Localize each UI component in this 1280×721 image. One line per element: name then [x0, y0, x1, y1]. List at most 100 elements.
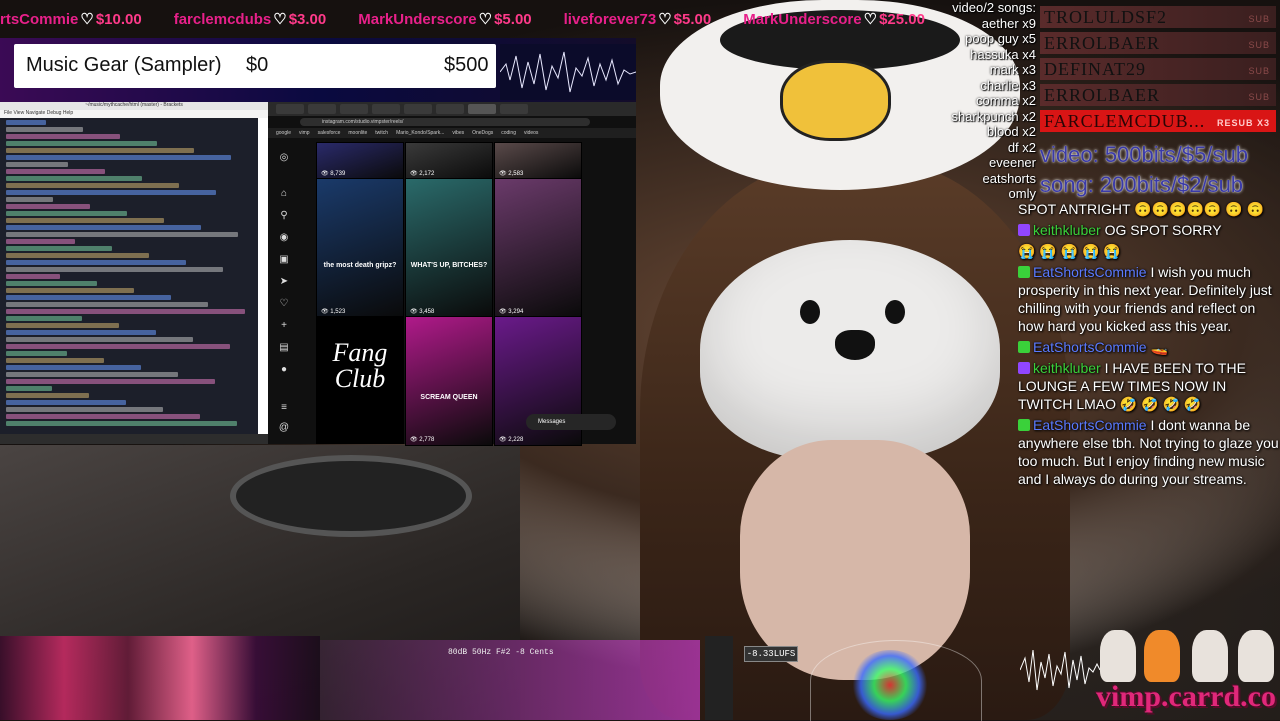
code-line: [6, 400, 126, 405]
reel-caption: WHAT'S UP, BITCHES?: [410, 261, 488, 269]
browser-tab-active[interactable]: [468, 104, 496, 114]
search-icon[interactable]: ⚲: [278, 210, 290, 222]
bookmark-item[interactable]: videos: [524, 128, 538, 138]
song-request-entry: eveener: [989, 155, 1036, 170]
song-request-entry: omly: [1008, 186, 1036, 201]
chat-username[interactable]: EatShortsCommie: [1033, 264, 1147, 280]
reel-tile[interactable]: WHAT'S UP, BITCHES? 👁 3,458: [405, 178, 493, 318]
chat-badge-icon: [1018, 419, 1030, 431]
sub-tag: RESUB X3: [1216, 118, 1270, 128]
code-line: [6, 344, 230, 349]
explore-icon[interactable]: ◉: [278, 232, 290, 244]
hat-eye-left: [800, 300, 820, 324]
cat-figure: [1192, 630, 1228, 682]
code-line: [6, 281, 97, 286]
lufs-readout: -8.33LUFS: [744, 646, 798, 662]
ticker-amount: $10.00: [95, 11, 142, 28]
heart-icon[interactable]: ♡: [278, 298, 290, 310]
song-requests-title: video/2 songs:: [952, 0, 1036, 15]
code-line: [6, 141, 157, 146]
bookmark-item[interactable]: vimp: [299, 128, 310, 138]
reel-view-count: 👁 2,172: [410, 171, 435, 177]
reel-tile[interactable]: 👁 8,739: [316, 142, 404, 180]
heart-icon: ♡: [863, 11, 878, 28]
instagram-icon[interactable]: ◎: [278, 152, 290, 164]
spectrogram: [0, 636, 320, 720]
reel-tile[interactable]: 👁 2,583: [494, 142, 582, 180]
reel-tile[interactable]: SCREAM QUEEN 👁 2,778: [405, 316, 493, 446]
reels-icon[interactable]: ▣: [278, 254, 290, 266]
browser-tab[interactable]: [372, 104, 400, 114]
chat-username[interactable]: keithkluber: [1033, 360, 1101, 376]
messages-icon[interactable]: ➤: [278, 276, 290, 288]
browser-tab[interactable]: [308, 104, 336, 114]
sub-name: ERROLBAER: [1044, 85, 1161, 105]
reel-tile[interactable]: the most death gripz? 👁 1,523: [316, 178, 404, 318]
editor-status-bar: [0, 434, 268, 444]
bookmark-item[interactable]: Mario_Kondo/Spark...: [396, 128, 444, 138]
song-price-info: song: 200bits/$2/sub: [1040, 172, 1244, 197]
watermark-url: vimp.carrd.co: [1096, 680, 1276, 713]
reel-caption: the most death gripz?: [323, 261, 397, 269]
heart-icon: ♡: [273, 11, 287, 28]
instagram-sidebar: ◎ ⌂ ⚲ ◉ ▣ ➤ ♡ + ▤ ● ≡ @: [270, 142, 300, 442]
chat-message: EatShortsCommie I dont wanna be anywhere…: [1018, 416, 1280, 488]
bookmark-item[interactable]: twitch: [375, 128, 388, 138]
create-icon[interactable]: +: [278, 320, 290, 332]
messages-button[interactable]: Messages: [526, 414, 616, 430]
chat-username[interactable]: EatShortsCommie: [1033, 339, 1147, 355]
code-line: [6, 134, 120, 139]
code-line: [6, 372, 178, 377]
dashboard-icon[interactable]: ▤: [278, 342, 290, 354]
donation-ticker: rtsCommie ♡ $10.00 farclemcdubs ♡ $3.00 MarkUn…: [0, 10, 1000, 36]
browser-tab[interactable]: [436, 104, 464, 114]
code-line: [6, 295, 171, 300]
chat-username[interactable]: keithkluber: [1033, 222, 1101, 238]
chat-username[interactable]: EatShortsCommie: [1033, 417, 1147, 433]
reel-tile[interactable]: 👁 2,172: [405, 142, 493, 180]
browser-tab[interactable]: [500, 104, 528, 114]
chat-message: keithkluber OG SPOT SORRY: [1018, 221, 1280, 239]
cat-figure: [1144, 630, 1180, 682]
reel-tile[interactable]: 👁 3,294: [494, 178, 582, 318]
browser-tab-strip[interactable]: [268, 102, 636, 116]
sub-entry: DEFINAT29 SUB: [1040, 58, 1276, 80]
address-bar[interactable]: instagram.com/studio.vimpster/reels/: [300, 118, 590, 126]
code-line: [6, 351, 67, 356]
chat-message: SPOT ANTRIGHT 🙃🙃🙃🙃🙃 🙃 🙃: [1018, 200, 1280, 218]
profile-icon[interactable]: ●: [278, 364, 290, 376]
recent-subs-panel: TROLULDSF2 SUB ERROLBAER SUB DEFINAT29 SUB ERR…: [1040, 0, 1280, 136]
sub-entry: ERROLBAER SUB: [1040, 84, 1276, 106]
ticker-name: farclemcdubs: [173, 11, 272, 28]
editor-menu[interactable]: File View Navigate Debug Help: [0, 110, 268, 118]
cat-figure: [1100, 630, 1136, 682]
threads-icon[interactable]: @: [278, 422, 290, 434]
editor-code-area[interactable]: [0, 118, 258, 434]
code-line: [6, 190, 216, 195]
reel-view-count: 👁 2,228: [499, 437, 524, 443]
ticker-amount: $3.00: [288, 11, 327, 28]
chat-message: EatShortsCommie I wish you much prosperi…: [1018, 263, 1280, 335]
code-line: [6, 260, 186, 265]
bookmark-item[interactable]: google: [276, 128, 291, 138]
bookmark-item[interactable]: salesforce: [318, 128, 341, 138]
code-line: [6, 253, 149, 258]
browser-tab[interactable]: [340, 104, 368, 114]
goal-label: Music Gear (Sampler): [26, 54, 222, 76]
browser-tab[interactable]: [276, 104, 304, 114]
browser-tab[interactable]: [404, 104, 432, 114]
ticker-amount: $5.00: [673, 11, 712, 28]
bookmark-item[interactable]: moonlite: [348, 128, 367, 138]
home-icon[interactable]: ⌂: [278, 188, 290, 200]
cat-figure: [1238, 630, 1274, 682]
code-line: [6, 162, 68, 167]
heart-icon: ♡: [478, 11, 493, 28]
bookmark-item[interactable]: OneDogs: [472, 128, 493, 138]
sub-tag: SUB: [1248, 40, 1270, 50]
code-line: [6, 239, 75, 244]
oscilloscope: [1019, 640, 1101, 700]
menu-icon[interactable]: ≡: [278, 402, 290, 414]
video-price-info: video: 500bits/$5/sub: [1040, 142, 1248, 167]
bookmark-item[interactable]: coding: [501, 128, 516, 138]
bookmark-item[interactable]: vibes: [452, 128, 464, 138]
